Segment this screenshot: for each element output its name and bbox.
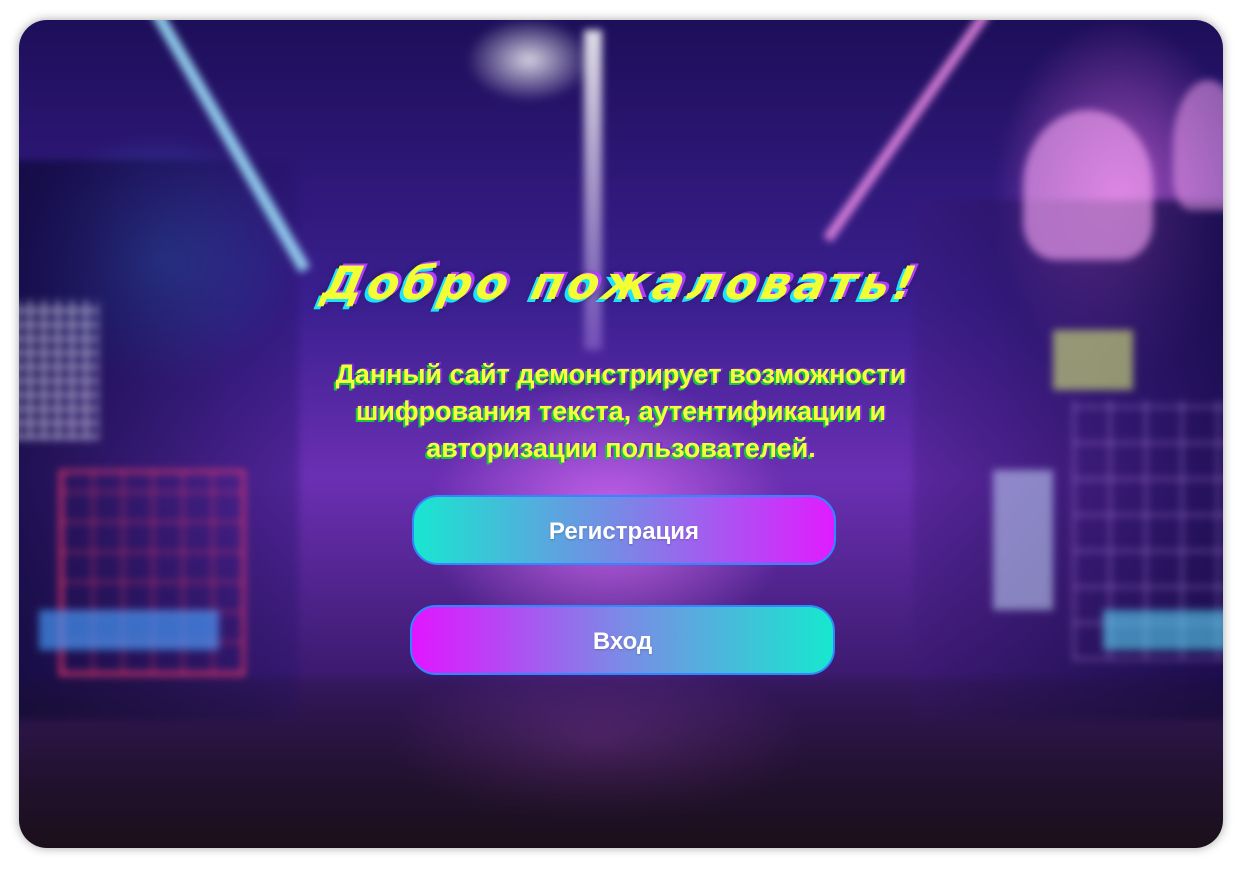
page-description: Данный сайт демонстрирует возможности ши… (335, 359, 907, 463)
page-title: Добро пожаловать! (317, 256, 925, 310)
register-button[interactable]: Регистрация (412, 495, 836, 565)
login-button[interactable]: Вход (410, 605, 835, 675)
welcome-panel: Добро пожаловать! Данный сайт демонстрир… (19, 20, 1223, 848)
